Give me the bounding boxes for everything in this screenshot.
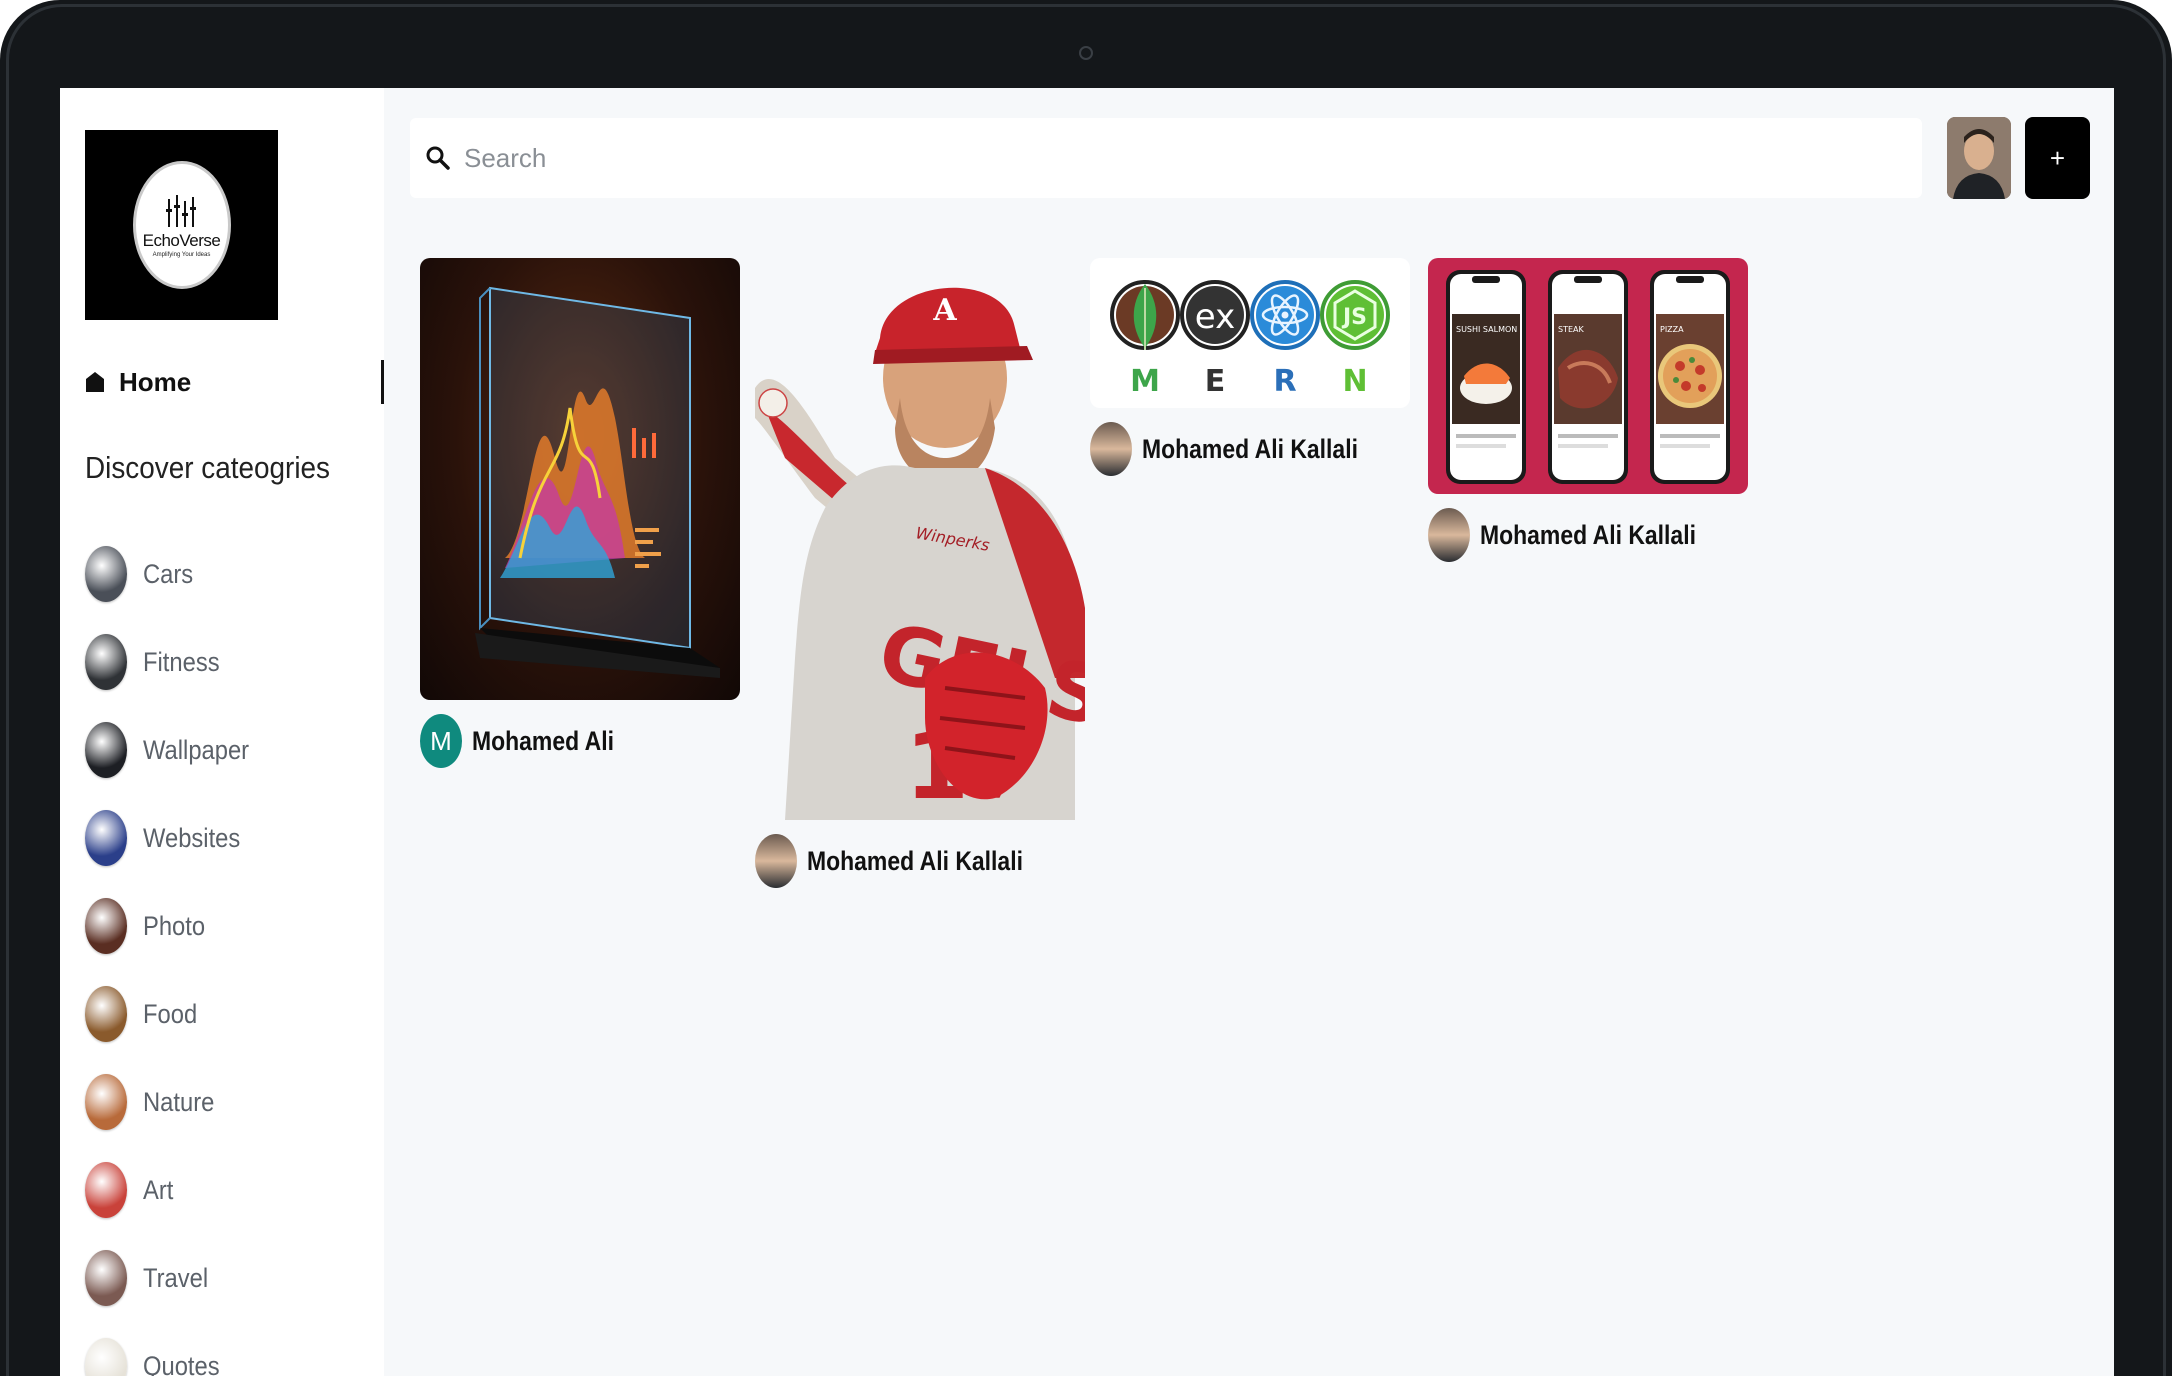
device-bezel: EchoVerse Amplifying Your Ideas Home Dis…: [0, 0, 2172, 1376]
pin-author[interactable]: Mohamed Ali Kallali: [1428, 508, 1748, 562]
search-bar[interactable]: [410, 118, 1922, 198]
category-label: Wallpaper: [143, 734, 250, 765]
author-avatar: [1428, 508, 1470, 562]
search-icon: [426, 146, 450, 170]
author-name: Mohamed Ali: [472, 725, 614, 756]
author-name: Mohamed Ali Kallali: [807, 845, 1023, 876]
author-avatar: M: [420, 714, 462, 768]
pin-card[interactable]: ex JS M E R N Mohamed Ali Kallali: [1090, 258, 1410, 476]
category-thumbnail: [85, 546, 127, 602]
pin-card[interactable]: SUSHI SALMON STEAK PIZZA Mohamed Ali Kal…: [1428, 258, 1748, 562]
category-label: Websites: [143, 822, 241, 853]
category-thumbnail: [85, 898, 127, 954]
author-name: Mohamed Ali Kallali: [1480, 519, 1696, 550]
mern-letter-r: R: [1273, 364, 1296, 399]
sidebar-item-fitness[interactable]: Fitness: [85, 618, 264, 706]
active-indicator: [381, 360, 384, 404]
baseball-pitcher-icon: A GELS 17 Winperks: [755, 287, 1085, 820]
category-thumbnail: [85, 1074, 127, 1130]
categories-title: Discover cateogries: [85, 450, 330, 485]
node-text: JS: [1341, 305, 1367, 330]
pin-image[interactable]: [420, 258, 740, 700]
category-thumbnail: [85, 1338, 127, 1376]
food-app-phones-icon: SUSHI SALMON STEAK PIZZA: [1446, 270, 1730, 484]
pin-card[interactable]: M Mohamed Ali: [420, 258, 740, 768]
phone-label-sushi: SUSHI SALMON: [1456, 325, 1517, 334]
category-thumbnail: [85, 1250, 127, 1306]
equalizer-icon: [165, 194, 196, 227]
data-chart-hologram-icon: [475, 286, 720, 678]
pin-image[interactable]: A GELS 17 Winperks: [755, 258, 1085, 820]
category-label: Travel: [143, 1262, 209, 1293]
category-thumbnail: [85, 1162, 127, 1218]
logo-tagline: Amplifying Your Ideas: [152, 251, 211, 258]
category-label: Food: [143, 998, 198, 1029]
category-label: Nature: [143, 1086, 215, 1117]
category-label: Cars: [143, 558, 194, 589]
category-label: Photo: [143, 910, 206, 941]
app-screen: EchoVerse Amplifying Your Ideas Home Dis…: [60, 88, 2114, 1376]
category-thumbnail: [85, 986, 127, 1042]
mern-stack-icon: ex JS M E R N: [1110, 280, 1390, 399]
author-name: Mohamed Ali Kallali: [1142, 433, 1358, 464]
category-thumbnail: [85, 722, 127, 778]
search-input[interactable]: [464, 142, 1864, 174]
mern-letter-n: N: [1342, 364, 1367, 399]
pin-image[interactable]: ex JS M E R N: [1090, 258, 1410, 408]
sidebar-item-home[interactable]: Home: [85, 360, 384, 404]
sidebar-item-nature[interactable]: Nature: [85, 1058, 264, 1146]
pin-author[interactable]: M Mohamed Ali: [420, 714, 740, 768]
author-avatar: [1090, 422, 1132, 476]
category-label: Quotes: [143, 1350, 220, 1376]
sidebar-item-wallpaper[interactable]: Wallpaper: [85, 706, 264, 794]
pin-card[interactable]: A GELS 17 Winperks Mohamed Ali Kallali: [755, 258, 1085, 888]
author-avatar: [755, 834, 797, 888]
phone-label-steak: STEAK: [1558, 325, 1584, 334]
sidebar-item-art[interactable]: Art: [85, 1146, 264, 1234]
phone-label-pizza: PIZZA: [1660, 325, 1684, 334]
logo-badge: EchoVerse Amplifying Your Ideas: [132, 161, 231, 289]
sidebar-item-food[interactable]: Food: [85, 970, 264, 1058]
category-label: Art: [143, 1174, 174, 1205]
sidebar-item-cars[interactable]: Cars: [85, 530, 264, 618]
home-icon: [86, 372, 104, 392]
sidebar: EchoVerse Amplifying Your Ideas Home Dis…: [60, 88, 384, 1376]
sidebar-item-photo[interactable]: Photo: [85, 882, 264, 970]
category-thumbnail: [85, 634, 127, 690]
category-label: Fitness: [143, 646, 220, 677]
category-list: Cars Fitness Wallpaper Websites Photo Fo…: [85, 530, 264, 1376]
mern-letter-m: M: [1130, 364, 1160, 399]
logo[interactable]: EchoVerse Amplifying Your Ideas: [85, 130, 278, 320]
camera-icon: [1079, 46, 1093, 60]
sidebar-item-quotes[interactable]: Quotes: [85, 1322, 264, 1376]
sidebar-item-travel[interactable]: Travel: [85, 1234, 264, 1322]
user-photo: [1947, 117, 2011, 199]
home-label: Home: [119, 366, 192, 397]
pin-author[interactable]: Mohamed Ali Kallali: [755, 834, 1085, 888]
svg-text:A: A: [932, 293, 957, 328]
pin-author[interactable]: Mohamed Ali Kallali: [1090, 422, 1410, 476]
add-pin-button[interactable]: +: [2025, 117, 2090, 199]
pin-image[interactable]: SUSHI SALMON STEAK PIZZA: [1428, 258, 1748, 494]
mern-letter-e: E: [1205, 364, 1226, 399]
sidebar-item-websites[interactable]: Websites: [85, 794, 264, 882]
express-text: ex: [1195, 297, 1235, 337]
logo-name: EchoVerse: [142, 230, 221, 250]
category-thumbnail: [85, 810, 127, 866]
user-avatar[interactable]: [1947, 117, 2011, 199]
